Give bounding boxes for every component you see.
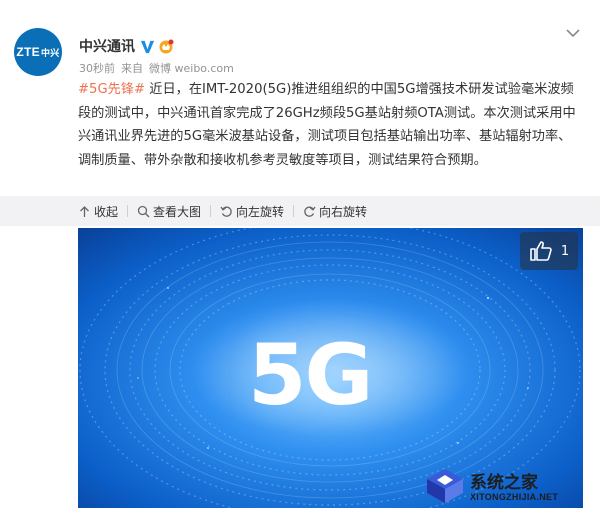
- like-button[interactable]: 1: [520, 232, 578, 270]
- medal-icon[interactable]: [158, 38, 174, 54]
- rotate-right-button[interactable]: 向右旋转: [303, 203, 367, 220]
- post-source[interactable]: 微博 weibo.com: [149, 60, 234, 76]
- watermark-url: XITONGZHIJIA.NET: [470, 492, 559, 502]
- rotate-left-icon: [220, 206, 232, 217]
- view-large-label: 查看大图: [153, 204, 202, 219]
- collapse-button[interactable]: 收起: [78, 203, 118, 220]
- watermark-title: 系统之家: [470, 473, 538, 493]
- post-body: 近日，在IMT-2020(5G)推进组组织的中国5G增强技术研发试验毫米波频段的…: [78, 82, 576, 168]
- weibo-post-card: ZTE 中兴 中兴通讯 30秒前 来自 微博 weibo.com #5G先锋# 近…: [0, 0, 600, 516]
- like-count: 1: [560, 243, 570, 259]
- rotate-right-icon: [304, 206, 316, 217]
- chevron-down-icon[interactable]: [566, 28, 580, 38]
- thumbs-up-icon: [530, 241, 552, 261]
- rotate-left-label: 向左旋转: [236, 204, 285, 219]
- hashtag-link[interactable]: #5G先锋#: [78, 82, 145, 97]
- rotate-left-button[interactable]: 向左旋转: [220, 203, 284, 220]
- post-time[interactable]: 30秒前: [79, 60, 115, 76]
- collapse-label: 收起: [94, 204, 119, 219]
- avatar-subtext: 中兴: [40, 47, 60, 58]
- post-text: #5G先锋# 近日，在IMT-2020(5G)推进组组织的中国5G增强技术研发试…: [78, 78, 583, 172]
- avatar-text: ZTE: [16, 45, 40, 59]
- post-image[interactable]: 5G 1: [78, 228, 583, 508]
- account-name[interactable]: 中兴通讯: [79, 36, 135, 56]
- divider: [127, 205, 129, 217]
- rotate-right-label: 向右旋转: [319, 204, 368, 219]
- view-large-button[interactable]: 查看大图: [137, 203, 201, 220]
- divider: [210, 205, 212, 217]
- post-meta: 30秒前 来自 微博 weibo.com: [79, 60, 234, 76]
- zoom-icon: [137, 205, 150, 217]
- account-name-row: 中兴通讯: [79, 36, 174, 56]
- arrow-up-icon: [80, 205, 89, 217]
- divider: [293, 205, 295, 217]
- image-action-bar: 收起 查看大图 向左旋转 向右旋转: [0, 196, 600, 226]
- avatar[interactable]: ZTE 中兴: [14, 28, 62, 76]
- image-headline: 5G: [248, 326, 373, 424]
- verified-v-icon: [140, 40, 155, 53]
- watermark-logo-icon: [427, 469, 463, 503]
- source-prefix: 来自: [121, 62, 143, 75]
